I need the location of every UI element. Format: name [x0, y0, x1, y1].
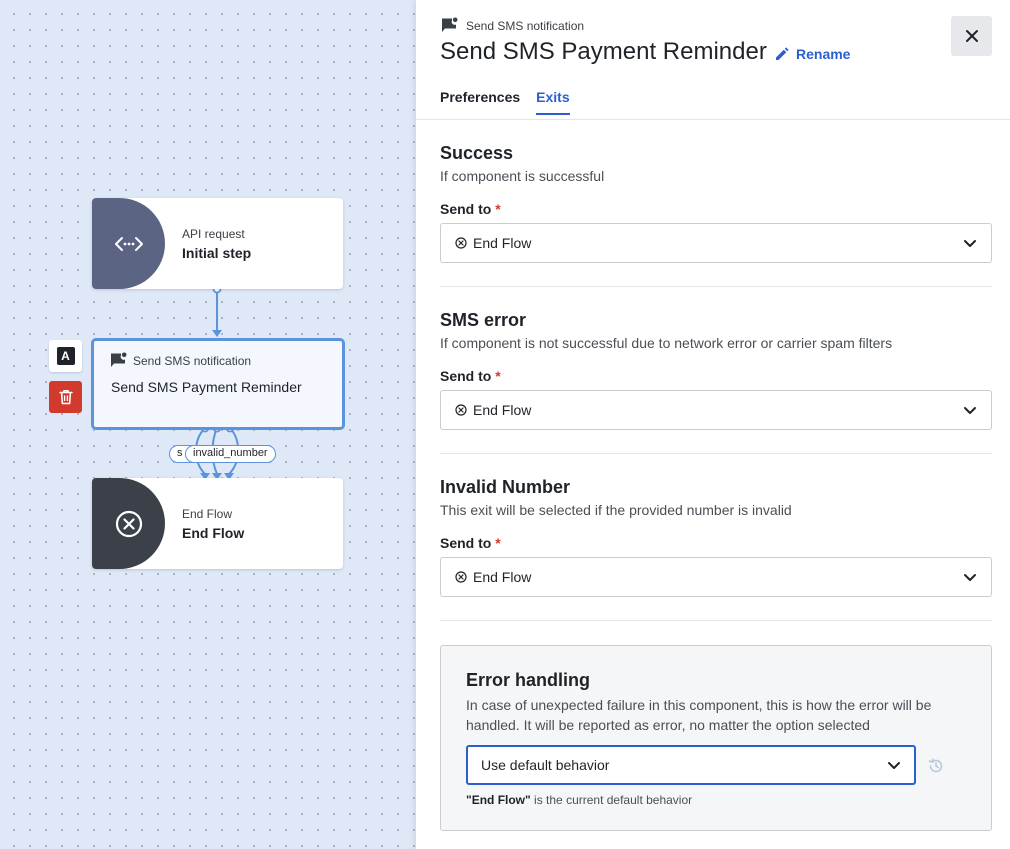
- required-mark: *: [495, 201, 501, 217]
- exit-section-success: Success If component is successful Send …: [440, 143, 992, 263]
- rename-button[interactable]: Rename: [774, 46, 850, 62]
- panel-tabs: Preferences Exits: [440, 89, 570, 115]
- delete-node-button[interactable]: [49, 381, 82, 413]
- chevron-down-icon: [964, 573, 976, 581]
- sms-chat-icon: [442, 17, 458, 32]
- reset-history-icon[interactable]: [927, 757, 945, 775]
- node-type-label: API request: [182, 227, 245, 241]
- close-circle-icon: [455, 404, 467, 416]
- section-divider: [440, 286, 992, 287]
- tab-preferences[interactable]: Preferences: [440, 89, 520, 115]
- close-circle-icon: [115, 510, 142, 537]
- component-settings-panel: Send SMS notification Send SMS Payment R…: [416, 0, 1010, 849]
- connector-arrow-sms: [212, 330, 222, 337]
- trash-icon: [58, 390, 73, 405]
- node-end-badge: [92, 478, 165, 569]
- send-to-select-sms-error[interactable]: End Flow: [440, 390, 992, 430]
- tabs-divider: [416, 119, 1010, 120]
- code-brackets-icon: [114, 236, 143, 251]
- node-api-request[interactable]: API request Initial step: [92, 198, 343, 289]
- close-panel-button[interactable]: [951, 16, 992, 56]
- required-mark: *: [495, 368, 501, 384]
- select-value: End Flow: [473, 402, 532, 418]
- letter-a-icon: A: [56, 347, 75, 365]
- exit-title: Success: [440, 143, 514, 163]
- close-icon: [965, 30, 978, 42]
- default-behavior-value: "End Flow": [466, 793, 531, 807]
- error-handling-box: Error handling In case of unexpected fai…: [440, 645, 992, 831]
- exit-description: This exit will be selected if the provid…: [440, 502, 792, 518]
- section-divider: [440, 453, 992, 454]
- close-circle-icon: [455, 237, 467, 249]
- node-title: Initial step: [182, 245, 252, 261]
- exit-section-invalid-number: Invalid Number This exit will be selecte…: [440, 477, 992, 597]
- node-send-sms[interactable]: Send SMS notification Send SMS Payment R…: [91, 338, 345, 430]
- pencil-icon: [776, 47, 789, 60]
- tab-exits[interactable]: Exits: [536, 89, 570, 115]
- section-divider: [440, 620, 992, 621]
- exit-label-invalid-number[interactable]: invalid_number: [185, 445, 276, 463]
- select-value: Use default behavior: [481, 757, 610, 773]
- panel-title: Send SMS Payment Reminder: [440, 38, 767, 65]
- node-type-label: Send SMS notification: [133, 353, 252, 368]
- chevron-down-icon: [964, 239, 976, 247]
- sms-chat-icon: [111, 352, 127, 367]
- send-to-label: Send to *: [440, 368, 501, 384]
- exit-description: If component is successful: [440, 168, 605, 184]
- select-value: End Flow: [473, 235, 532, 251]
- send-to-label: Send to *: [440, 535, 501, 551]
- node-title: Send SMS Payment Reminder: [111, 379, 302, 395]
- error-behavior-select[interactable]: Use default behavior: [466, 745, 916, 785]
- component-type-label: Send SMS notification: [466, 18, 585, 33]
- exit-title: Invalid Number: [440, 477, 571, 497]
- rename-label: Rename: [796, 46, 851, 62]
- node-title: End Flow: [182, 525, 245, 541]
- exit-title: SMS error: [440, 310, 527, 330]
- select-value: End Flow: [473, 569, 532, 585]
- send-to-select-invalid-number[interactable]: End Flow: [440, 557, 992, 597]
- exit-section-sms-error: SMS error If component is not successful…: [440, 310, 992, 430]
- node-end-flow[interactable]: End Flow End Flow: [92, 478, 343, 569]
- node-type-label: End Flow: [182, 507, 233, 521]
- send-to-label: Send to *: [440, 201, 501, 217]
- exit-description: If component is not successful due to ne…: [440, 335, 893, 351]
- send-to-select-success[interactable]: End Flow: [440, 223, 992, 263]
- required-mark: *: [495, 535, 501, 551]
- node-api-badge: [92, 198, 165, 289]
- chevron-down-icon: [964, 406, 976, 414]
- flow-canvas[interactable]: API request Initial step A Send SMS noti…: [0, 0, 416, 849]
- chevron-down-icon: [888, 761, 900, 769]
- error-handling-title: Error handling: [466, 670, 591, 690]
- error-handling-description: In case of unexpected failure in this co…: [466, 697, 932, 733]
- close-circle-icon: [455, 571, 467, 583]
- default-behavior-note: "End Flow" is the current default behavi…: [466, 793, 693, 807]
- component-type-header: Send SMS notification: [440, 17, 584, 34]
- annotate-button[interactable]: A: [49, 340, 82, 372]
